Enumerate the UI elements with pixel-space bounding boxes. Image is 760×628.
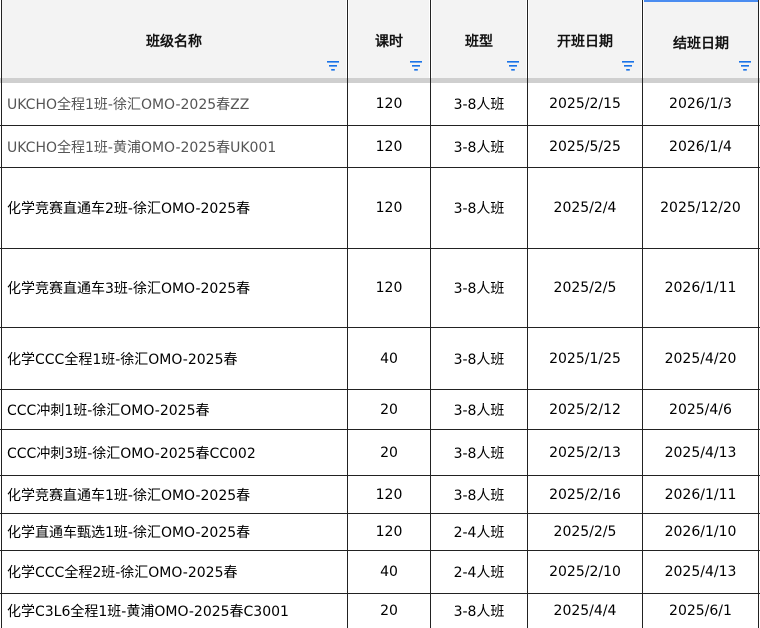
cell-class-type[interactable]: 3-8人班 [431,126,527,167]
cell-start-date[interactable]: 2025/1/25 [528,328,642,389]
cell-class-name[interactable]: CCC冲刺1班-徐汇OMO-2025春 [7,390,345,429]
cell-start-date[interactable]: 2025/2/12 [528,390,642,429]
cell-end-date[interactable]: 2026/1/10 [643,514,758,550]
cell-start-date[interactable]: 2025/2/10 [528,551,642,593]
cell-start-date[interactable]: 2025/5/25 [528,126,642,167]
header-start[interactable]: 开班日期 [529,0,641,78]
filter-icon[interactable] [738,59,752,73]
cell-start-date[interactable]: 2025/4/4 [528,594,642,628]
cell-class-type[interactable]: 3-8人班 [431,476,527,513]
cell-class-name[interactable]: 化学CCC全程1班-徐汇OMO-2025春 [7,328,345,389]
header-type-label: 班型 [465,34,493,50]
cell-start-date[interactable]: 2025/2/15 [528,83,642,125]
cell-hours[interactable]: 40 [348,328,430,389]
spreadsheet-grid: 班级名称 课时 班型 开班日期 结班日期 UKCHO全程1班-徐汇OMO-202… [0,0,760,628]
cell-class-name[interactable]: UKCHO全程1班-徐汇OMO-2025春ZZ [7,83,345,125]
cell-class-type[interactable]: 2-4人班 [431,514,527,550]
cell-end-date[interactable]: 2026/1/4 [643,126,758,167]
cell-hours[interactable]: 20 [348,594,430,628]
cell-end-date[interactable]: 2025/6/1 [643,594,758,628]
filter-icon[interactable] [621,59,635,73]
cell-hours[interactable]: 20 [348,390,430,429]
cell-hours[interactable]: 120 [348,168,430,248]
cell-hours[interactable]: 20 [348,430,430,475]
cell-end-date[interactable]: 2025/4/6 [643,390,758,429]
cell-class-name[interactable]: UKCHO全程1班-黄浦OMO-2025春UK001 [7,126,345,167]
cell-class-type[interactable]: 3-8人班 [431,328,527,389]
cell-start-date[interactable]: 2025/2/16 [528,476,642,513]
header-end-label: 结班日期 [673,36,729,52]
header-hours[interactable]: 课时 [349,0,429,78]
cell-hours[interactable]: 120 [348,514,430,550]
cell-end-date[interactable]: 2026/1/11 [643,476,758,513]
grid-line [758,0,759,628]
cell-hours[interactable]: 120 [348,126,430,167]
cell-hours[interactable]: 40 [348,551,430,593]
cell-class-type[interactable]: 3-8人班 [431,430,527,475]
cell-class-name[interactable]: 化学竞赛直通车1班-徐汇OMO-2025春 [7,476,345,513]
cell-end-date[interactable]: 2026/1/11 [643,249,758,327]
header-start-label: 开班日期 [557,34,613,50]
cell-class-type[interactable]: 3-8人班 [431,83,527,125]
cell-end-date[interactable]: 2025/4/13 [643,430,758,475]
header-end[interactable]: 结班日期 [644,0,758,78]
header-type[interactable]: 班型 [432,0,526,78]
cell-class-type[interactable]: 3-8人班 [431,168,527,248]
filter-icon[interactable] [326,59,340,73]
filter-icon[interactable] [506,59,520,73]
grid-line [1,0,2,628]
cell-end-date[interactable]: 2025/4/13 [643,551,758,593]
cell-class-name[interactable]: 化学竞赛直通车2班-徐汇OMO-2025春 [7,168,345,248]
cell-class-type[interactable]: 3-8人班 [431,594,527,628]
cell-class-type[interactable]: 3-8人班 [431,390,527,429]
header-hours-label: 课时 [375,34,403,50]
cell-class-name[interactable]: 化学竞赛直通车3班-徐汇OMO-2025春 [7,249,345,327]
cell-end-date[interactable]: 2025/4/20 [643,328,758,389]
filter-icon[interactable] [409,59,423,73]
cell-start-date[interactable]: 2025/2/13 [528,430,642,475]
cell-end-date[interactable]: 2025/12/20 [643,168,758,248]
cell-hours[interactable]: 120 [348,83,430,125]
cell-class-name[interactable]: CCC冲刺3班-徐汇OMO-2025春CC002 [7,430,345,475]
cell-hours[interactable]: 120 [348,249,430,327]
cell-start-date[interactable]: 2025/2/4 [528,168,642,248]
cell-hours[interactable]: 120 [348,476,430,513]
cell-class-type[interactable]: 3-8人班 [431,249,527,327]
cell-end-date[interactable]: 2026/1/3 [643,83,758,125]
header-name[interactable]: 班级名称 [2,0,346,78]
cell-class-type[interactable]: 2-4人班 [431,551,527,593]
cell-class-name[interactable]: 化学直通车甄选1班-徐汇OMO-2025春 [7,514,345,550]
cell-start-date[interactable]: 2025/2/5 [528,249,642,327]
cell-class-name[interactable]: 化学CCC全程2班-徐汇OMO-2025春 [7,551,345,593]
cell-class-name[interactable]: 化学C3L6全程1班-黄浦OMO-2025春C3001 [7,594,345,628]
header-name-label: 班级名称 [146,34,202,50]
cell-start-date[interactable]: 2025/2/5 [528,514,642,550]
